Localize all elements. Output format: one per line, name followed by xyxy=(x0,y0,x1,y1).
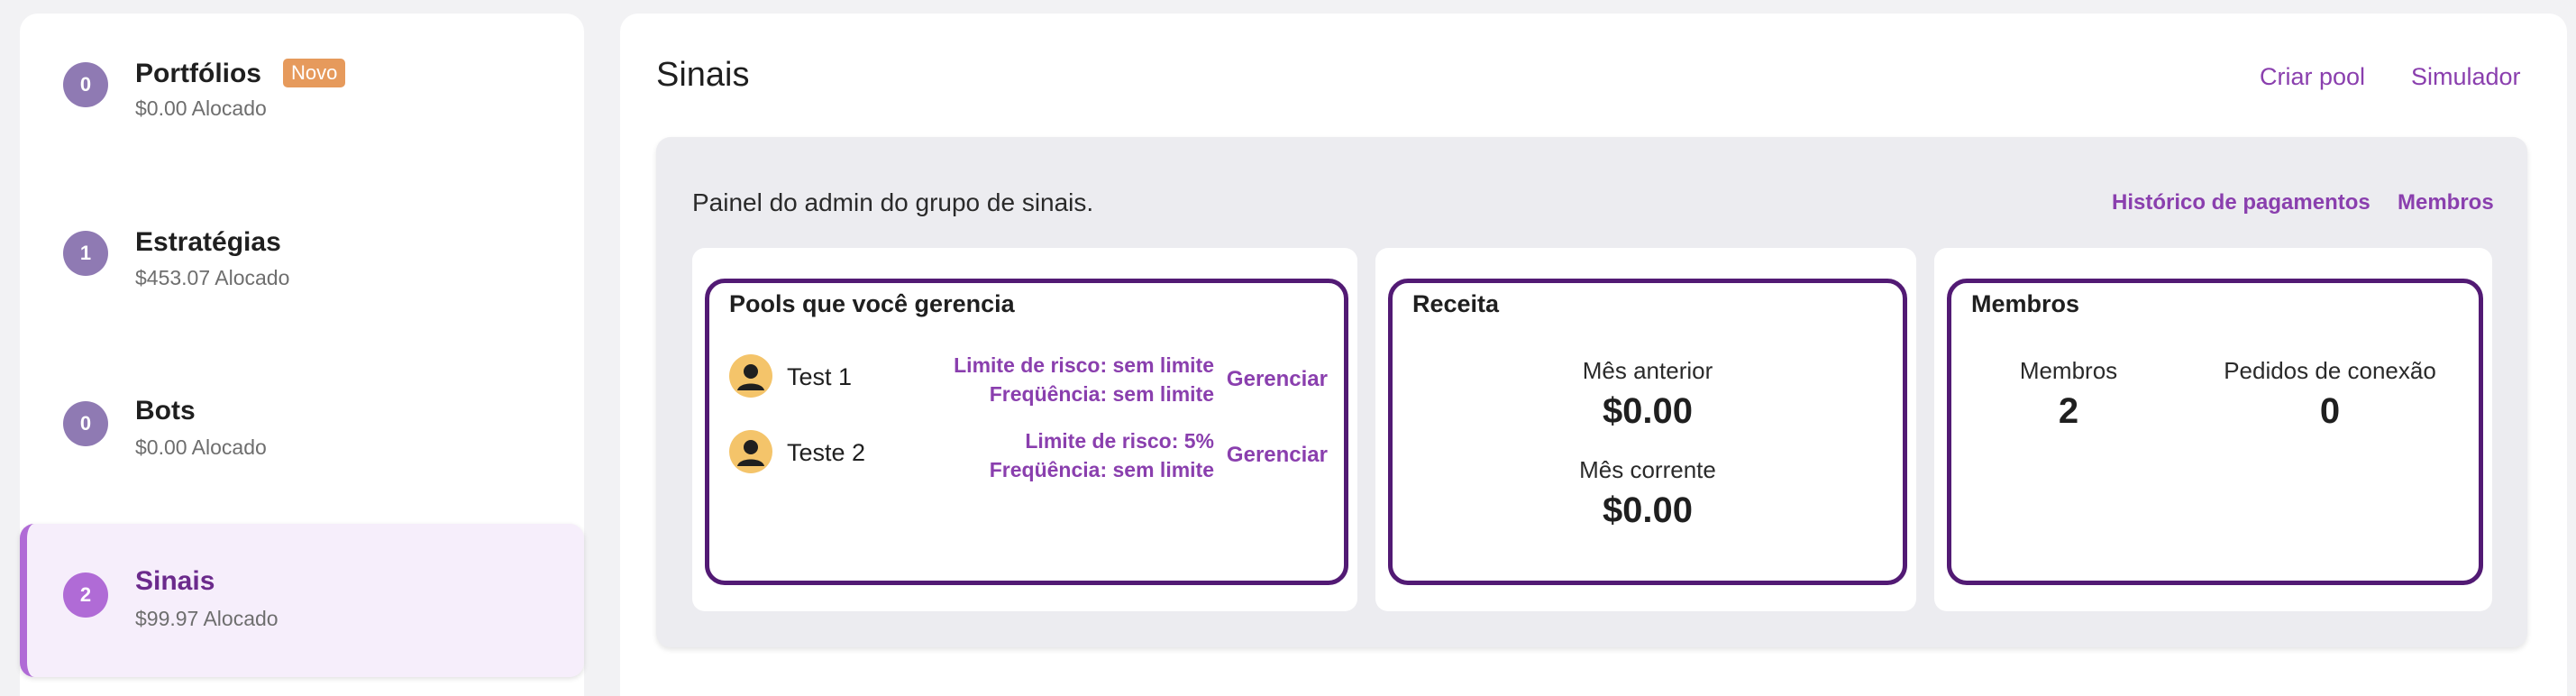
count-badge: 0 xyxy=(63,401,108,446)
manage-pool-button[interactable]: Gerenciar xyxy=(1227,367,1328,392)
members-count-label: Membros xyxy=(2019,357,2118,384)
create-pool-link[interactable]: Criar pool xyxy=(2260,63,2365,91)
page-title: Sinais xyxy=(656,56,750,94)
sidebar-item-bots[interactable]: 0 Bots $0.00 Alocado xyxy=(20,353,584,506)
connection-requests-label: Pedidos de conexão xyxy=(2224,357,2436,384)
sidebar-item-title: Portfólios xyxy=(135,59,261,88)
connection-requests-value: 0 xyxy=(2319,391,2341,431)
app-root: 0 Portfólios Novo $0.00 Alocado 1 Estrat… xyxy=(0,0,2576,696)
count-badge: 1 xyxy=(63,231,108,276)
pools-card: Pools que você gerencia Test 1 Limite de… xyxy=(692,248,1357,611)
manage-pool-button[interactable]: Gerenciar xyxy=(1227,443,1328,468)
pool-row: Teste 2 Limite de risco: 5% Freqüência: … xyxy=(729,429,1351,488)
members-card-frame: Membros Membros 2 Pedidos de conexão 0 xyxy=(1947,279,2483,585)
members-count-value: 2 xyxy=(2058,391,2079,431)
payment-history-link[interactable]: Histórico de pagamentos xyxy=(2112,190,2370,215)
sidebar-item-portfolios[interactable]: 0 Portfólios Novo $0.00 Alocado xyxy=(20,14,584,167)
revenue-card-frame: Receita Mês anterior $0.00 Mês corrente … xyxy=(1388,279,1907,585)
members-link[interactable]: Membros xyxy=(2398,190,2494,215)
sidebar-item-signals[interactable]: 2 Sinais $99.97 Alocado xyxy=(20,524,584,677)
current-month-value: $0.00 xyxy=(1602,490,1694,530)
sidebar-item-title: Estratégias xyxy=(135,227,281,257)
pool-limits: Limite de risco: 5% Freqüência: sem limi… xyxy=(990,426,1214,484)
pool-limits: Limite de risco: sem limite Freqüência: … xyxy=(954,351,1214,408)
members-card-title: Membros xyxy=(1971,290,2080,317)
pool-risk-limit: Limite de risco: sem limite xyxy=(954,353,1214,377)
sidebar-item-title: Bots xyxy=(135,396,196,426)
members-card: Membros Membros 2 Pedidos de conexão 0 xyxy=(1934,248,2492,611)
pool-risk-limit: Limite de risco: 5% xyxy=(1025,429,1214,453)
simulator-link[interactable]: Simulador xyxy=(2411,63,2521,91)
pool-frequency: Freqüência: sem limite xyxy=(989,382,1214,406)
sidebar-item-strategies[interactable]: 1 Estratégias $453.07 Alocado xyxy=(20,183,584,336)
user-avatar-icon xyxy=(729,430,772,473)
sidebar-item-allocated: $0.00 Alocado xyxy=(135,96,267,120)
previous-month-value: $0.00 xyxy=(1602,391,1694,431)
sidebar-item-allocated: $453.07 Alocado xyxy=(135,266,290,289)
sidebar-item-allocated: $99.97 Alocado xyxy=(135,607,279,630)
sidebar-item-allocated: $0.00 Alocado xyxy=(135,435,267,459)
admin-panel: Painel do admin do grupo de sinais. Hist… xyxy=(656,137,2527,647)
revenue-card-title: Receita xyxy=(1412,290,1500,317)
count-badge: 0 xyxy=(63,62,108,107)
previous-month-label: Mês anterior xyxy=(1582,357,1713,384)
pool-name: Teste 2 xyxy=(787,439,866,466)
sidebar-item-title: Sinais xyxy=(135,566,215,596)
user-avatar-icon xyxy=(729,354,772,398)
pools-card-title: Pools que você gerencia xyxy=(729,290,1015,317)
main-content: Sinais Criar pool Simulador Painel do ad… xyxy=(620,14,2567,696)
pools-card-frame: Pools que você gerencia Test 1 Limite de… xyxy=(705,279,1348,585)
panel-description: Painel do admin do grupo de sinais. xyxy=(692,188,1094,216)
pool-name: Test 1 xyxy=(787,363,853,390)
pool-row: Test 1 Limite de risco: sem limite Freqü… xyxy=(729,351,1351,412)
sidebar: 0 Portfólios Novo $0.00 Alocado 1 Estrat… xyxy=(20,14,584,696)
new-tag: Novo xyxy=(283,59,346,87)
current-month-label: Mês corrente xyxy=(1579,456,1716,483)
revenue-card: Receita Mês anterior $0.00 Mês corrente … xyxy=(1375,248,1916,611)
pool-frequency: Freqüência: sem limite xyxy=(989,458,1214,481)
count-badge: 2 xyxy=(63,572,108,618)
